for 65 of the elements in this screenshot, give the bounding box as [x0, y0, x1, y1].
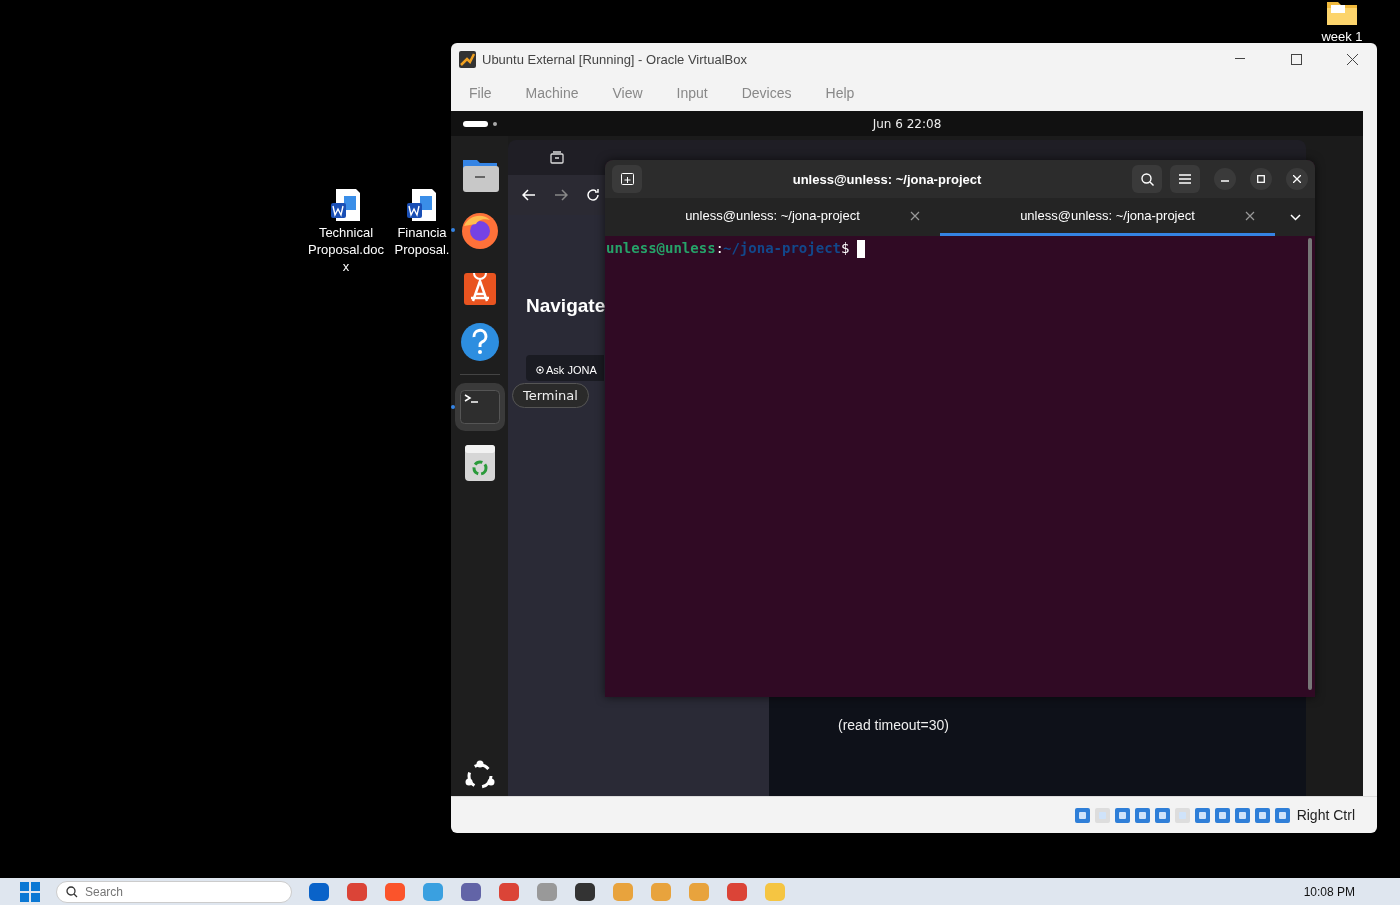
close-button[interactable]: [1286, 168, 1308, 190]
status-icon[interactable]: [1193, 806, 1211, 824]
search-button[interactable]: [1132, 165, 1162, 193]
reload-icon[interactable]: [586, 188, 600, 202]
chevron-down-icon[interactable]: [1289, 213, 1301, 221]
terminal-tab[interactable]: unless@unless: ~/jona-project: [940, 198, 1275, 236]
scrollbar[interactable]: [1308, 238, 1312, 690]
menu-item[interactable]: Input: [676, 85, 708, 101]
close-icon[interactable]: [910, 211, 920, 221]
file-label: Technical Proposal.docx: [307, 224, 385, 275]
terminal-prompt: unless@unless:~/jona-project$: [606, 240, 850, 258]
page-heading: Navigate: [526, 295, 607, 317]
menu-item[interactable]: File: [469, 85, 492, 101]
ask-button[interactable]: Ask JONA: [526, 355, 604, 381]
status-icon[interactable]: [1113, 806, 1131, 824]
terminal-tab[interactable]: unless@unless: ~/jona-project: [605, 198, 940, 236]
taskbar-app-icon[interactable]: [308, 881, 330, 902]
close-icon[interactable]: [1245, 211, 1255, 221]
back-icon[interactable]: [522, 189, 536, 201]
window-title: Ubuntu External [Running] - Oracle VirtualBox: [482, 51, 748, 67]
trash-icon[interactable]: [463, 444, 496, 482]
word-document-icon[interactable]: [330, 188, 362, 222]
status-icon[interactable]: [1233, 806, 1251, 824]
new-tab-icon: [620, 173, 634, 185]
status-icon[interactable]: [1153, 806, 1171, 824]
maximize-icon: [1257, 175, 1265, 183]
text-cursor: [857, 240, 866, 258]
app-icon: [459, 50, 476, 68]
forward-icon[interactable]: [554, 189, 568, 201]
file-label: week 1: [1321, 28, 1363, 45]
minimize-button[interactable]: [1214, 168, 1236, 190]
tooltip: Terminal: [512, 383, 589, 408]
search-icon: [66, 885, 78, 898]
status-icon[interactable]: [1073, 806, 1091, 824]
search-field[interactable]: Search: [56, 880, 292, 903]
menu-item[interactable]: Machine: [525, 85, 579, 101]
clock[interactable]: 10:08 PM: [1303, 884, 1355, 899]
menu-button[interactable]: [1170, 165, 1200, 193]
status-icon[interactable]: [1133, 806, 1151, 824]
status-icon[interactable]: [1213, 806, 1231, 824]
file-label: Financia Proposal.: [394, 224, 450, 258]
window-title: unless@unless: ~/jona-project: [791, 171, 983, 187]
target-icon: [536, 366, 544, 374]
folder-icon[interactable]: [1326, 0, 1358, 26]
taskbar-app-icon[interactable]: [460, 881, 482, 902]
menu-icon: [1179, 174, 1191, 184]
menu-item[interactable]: Devices: [741, 85, 792, 101]
close-icon[interactable]: [1346, 53, 1358, 65]
output-text: (read timeout=30): [838, 717, 949, 733]
taskbar-app-icon[interactable]: [574, 881, 596, 902]
menu-item[interactable]: Help: [825, 85, 855, 101]
terminal-icon[interactable]: [459, 390, 500, 424]
menu-item[interactable]: View: [612, 85, 643, 101]
maximize-button[interactable]: [1250, 168, 1272, 190]
word-document-icon[interactable]: [406, 188, 438, 222]
close-icon: [1293, 175, 1301, 183]
tab-list-icon[interactable]: [550, 151, 564, 164]
status-icon[interactable]: [1253, 806, 1271, 824]
new-tab-button[interactable]: [612, 165, 642, 193]
status-icon[interactable]: [1273, 806, 1291, 824]
search-icon: [1140, 172, 1154, 186]
minimize-icon[interactable]: [1235, 58, 1245, 60]
maximize-icon[interactable]: [1290, 53, 1302, 65]
start-icon[interactable]: [20, 881, 40, 902]
host-key-label: Right Ctrl: [1296, 807, 1355, 823]
